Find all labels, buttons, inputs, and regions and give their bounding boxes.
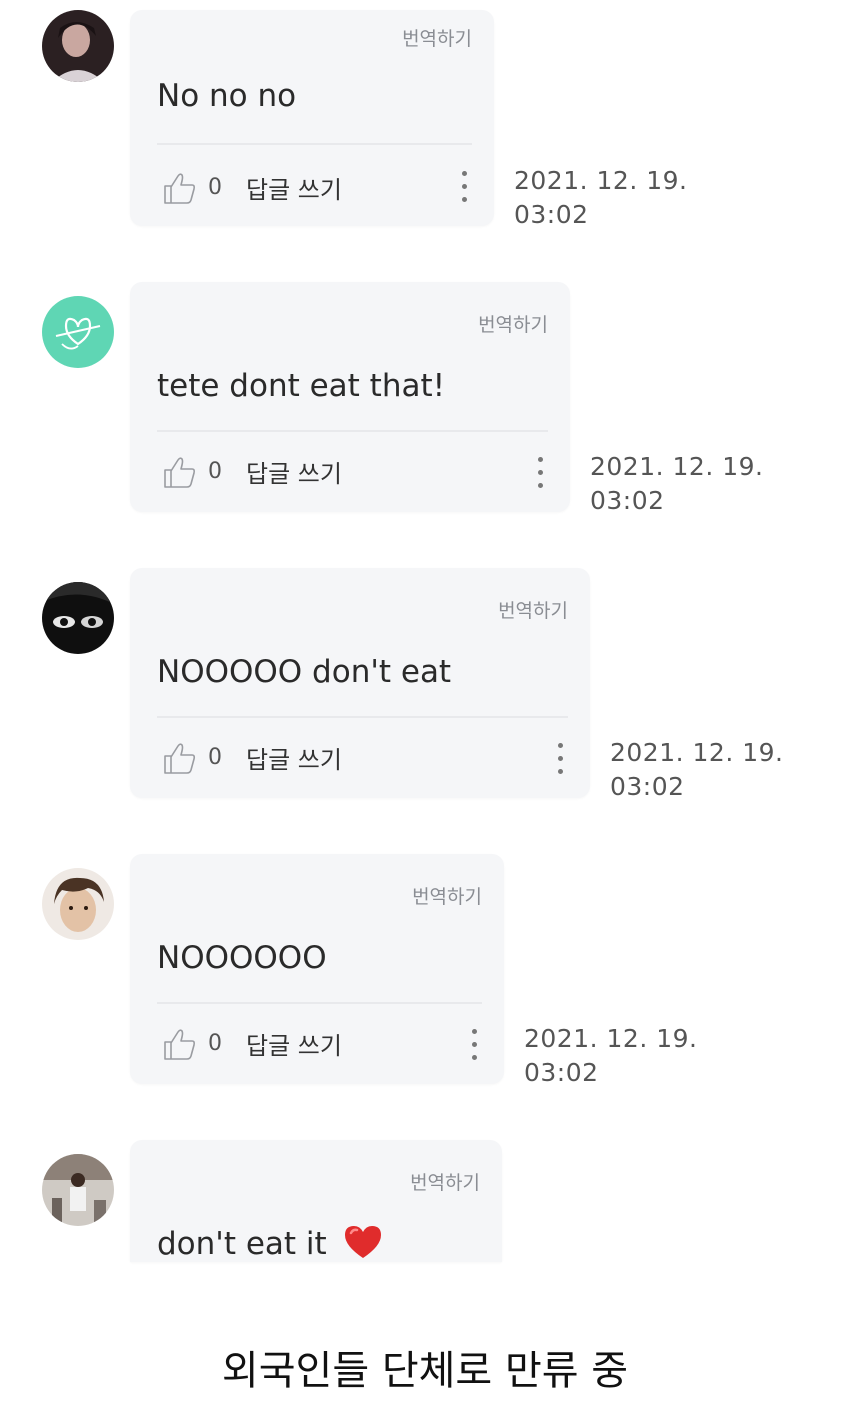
avatar-photo-icon [42,582,114,654]
comment-text: No no no [157,78,297,114]
avatar[interactable] [42,296,114,368]
more-options-icon[interactable] [468,1026,480,1066]
reply-button[interactable]: 답글 쓰기 [246,1026,342,1061]
timestamp-date: 2021. 12. 19. [610,738,784,767]
timestamp: 2021. 12. 19. 03:02 [514,164,687,232]
comment-text: NOOOOO don't eat [157,654,452,690]
reply-button[interactable]: 답글 쓰기 [246,170,342,205]
thumbs-up-icon[interactable] [162,1027,198,1061]
comment-actions: 0 답글 쓰기 [162,454,342,489]
avatar[interactable] [42,1154,114,1226]
timestamp-date: 2021. 12. 19. [590,452,764,481]
comment-text: NOOOOOO [157,940,327,976]
avatar-photo-icon [42,10,114,82]
translate-link[interactable]: 번역하기 [410,1168,480,1195]
thumbs-up-icon[interactable] [162,171,198,205]
translate-link[interactable]: 번역하기 [412,882,482,909]
timestamp-time: 03:02 [524,1058,599,1087]
like-count: 0 [208,175,222,200]
divider [157,716,568,718]
translate-link[interactable]: 번역하기 [478,310,548,337]
like-count: 0 [208,1031,222,1056]
image-caption: 외국인들 단체로 만류 중 [221,1348,629,1394]
like-count: 0 [208,459,222,484]
thumbs-up-icon[interactable] [162,741,198,775]
like-count: 0 [208,745,222,770]
comment-text: don't eat it [157,1224,383,1262]
timestamp: 2021. 12. 19. 03:02 [610,736,783,804]
translate-link[interactable]: 번역하기 [498,596,568,623]
timestamp-date: 2021. 12. 19. [524,1024,698,1053]
avatar[interactable] [42,582,114,654]
reply-button[interactable]: 답글 쓰기 [246,740,342,775]
timestamp-time: 03:02 [610,772,685,801]
comment-text: tete dont eat that! [157,368,446,404]
comment-bubble: 번역하기 NOOOOO don't eat 0 답글 쓰기 [130,568,590,798]
timestamp: 2021. 12. 19. 03:02 [590,450,763,518]
divider [157,430,548,432]
more-options-icon[interactable] [458,168,470,208]
avatar-photo-icon [42,868,114,940]
comment-actions: 0 답글 쓰기 [162,1026,342,1061]
translate-link[interactable]: 번역하기 [402,24,472,51]
reply-button[interactable]: 답글 쓰기 [246,454,342,489]
avatar-heart-doodle-icon [42,296,114,368]
comment-bubble: 번역하기 No no no 0 답글 쓰기 [130,10,494,226]
comment-bubble: 번역하기 tete dont eat that! 0 답글 쓰기 [130,282,570,512]
comment-actions: 0 답글 쓰기 [162,170,342,205]
divider [157,1002,482,1004]
avatar[interactable] [42,868,114,940]
comment-bubble: 번역하기 NOOOOOO 0 답글 쓰기 [130,854,504,1084]
timestamp: 2021. 12. 19. 03:02 [524,1022,697,1090]
timestamp-date: 2021. 12. 19. [514,166,688,195]
more-options-icon[interactable] [554,740,566,780]
heart-emoji-icon [344,1226,381,1258]
avatar[interactable] [42,10,114,82]
divider [157,143,472,145]
more-options-icon[interactable] [534,454,546,494]
timestamp-time: 03:02 [590,486,665,515]
avatar-photo-icon [42,1154,114,1226]
timestamp-time: 03:02 [514,200,589,229]
comment-actions: 0 답글 쓰기 [162,740,342,775]
comment-text-body: don't eat it [157,1226,327,1262]
comment-bubble: 번역하기 don't eat it [130,1140,502,1262]
thumbs-up-icon[interactable] [162,455,198,489]
